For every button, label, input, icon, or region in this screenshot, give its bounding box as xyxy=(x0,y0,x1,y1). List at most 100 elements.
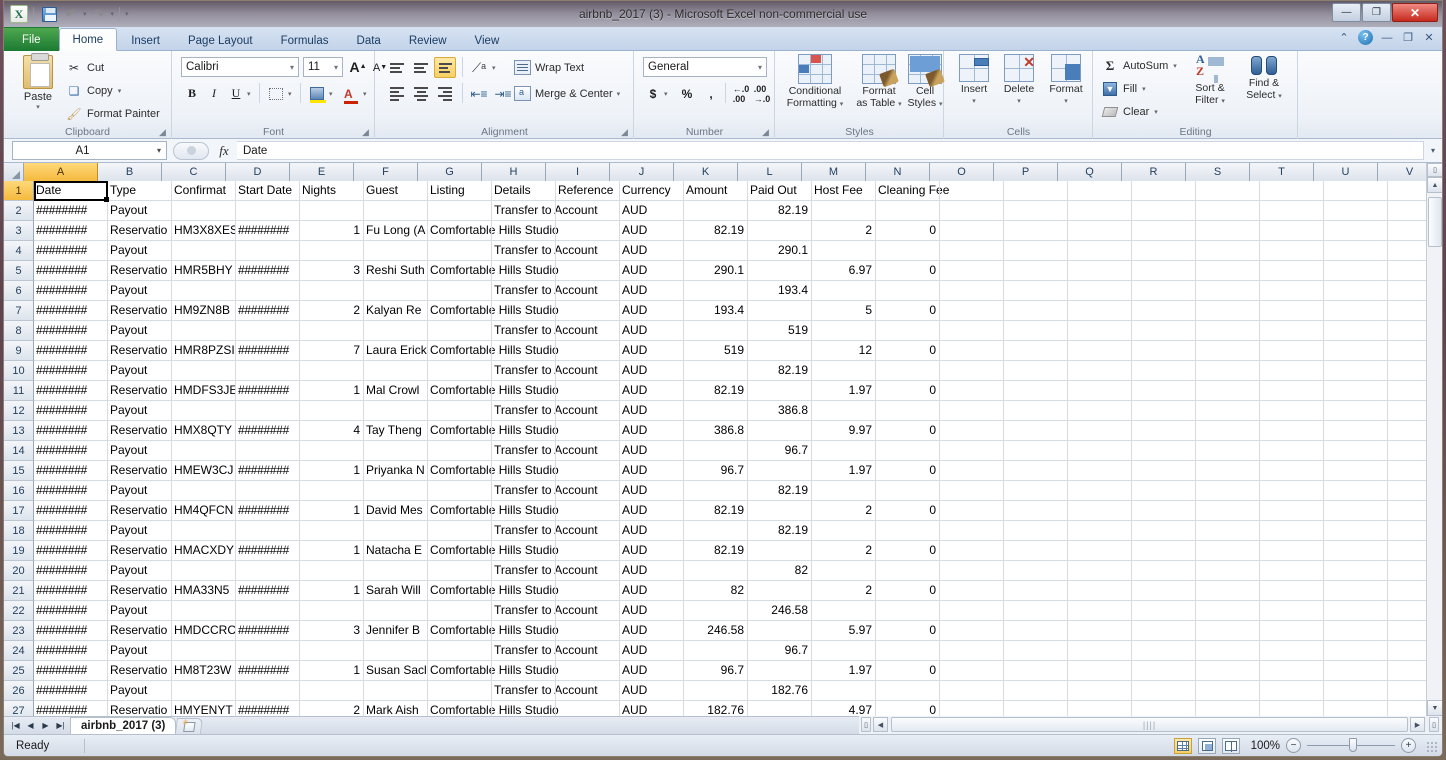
cell-J21[interactable]: AUD xyxy=(620,581,684,601)
restore-workbook-icon[interactable]: ❐ xyxy=(1401,31,1415,45)
number-format-select[interactable]: General ▾ xyxy=(643,57,767,77)
cell-D23[interactable]: ######## xyxy=(236,621,300,641)
cell-S20[interactable] xyxy=(1196,561,1260,581)
cell-Q20[interactable] xyxy=(1068,561,1132,581)
cell-U17[interactable] xyxy=(1324,501,1388,521)
cell-F9[interactable]: Laura Erick xyxy=(364,341,428,361)
collapse-ribbon-icon[interactable]: ⌃ xyxy=(1337,31,1351,45)
font-name-select[interactable]: Calibri ▾ xyxy=(181,57,299,77)
cell-N26[interactable] xyxy=(876,681,940,701)
cell-S14[interactable] xyxy=(1196,441,1260,461)
cell-Q2[interactable] xyxy=(1068,201,1132,221)
accounting-format-button[interactable]: $ xyxy=(643,83,663,104)
increase-decimal-button[interactable]: ←.0.00 xyxy=(731,83,751,104)
cell-J3[interactable]: AUD xyxy=(620,221,684,241)
cell-K8[interactable] xyxy=(684,321,748,341)
cell-N8[interactable] xyxy=(876,321,940,341)
normal-view-button[interactable] xyxy=(1174,737,1192,754)
cell-E21[interactable]: 1 xyxy=(300,581,364,601)
table-row[interactable]: ######## Payout Transfer to Account AUD 96.… xyxy=(34,441,1442,461)
zoom-level[interactable]: 100% xyxy=(1246,740,1280,752)
table-row[interactable]: ######## Payout Transfer to Account AUD 82.… xyxy=(34,481,1442,501)
row-header-10[interactable]: 10 xyxy=(4,361,34,381)
cell-Q6[interactable] xyxy=(1068,281,1132,301)
row-header-13[interactable]: 13 xyxy=(4,421,34,441)
cell-I15[interactable] xyxy=(556,461,620,481)
cell-I27[interactable] xyxy=(556,701,620,716)
scroll-down-button[interactable]: ▼ xyxy=(1427,700,1442,716)
row-header-19[interactable]: 19 xyxy=(4,541,34,561)
cell-C15[interactable]: HMEW3CJ xyxy=(172,461,236,481)
cell-U8[interactable] xyxy=(1324,321,1388,341)
cell-C16[interactable] xyxy=(172,481,236,501)
cell-M22[interactable] xyxy=(812,601,876,621)
table-row[interactable]: ######## Reservatio HMACXDY ######## 1 Natach… xyxy=(34,541,1442,561)
cell-E9[interactable]: 7 xyxy=(300,341,364,361)
cell-F10[interactable] xyxy=(364,361,428,381)
cell-K16[interactable] xyxy=(684,481,748,501)
cell-S7[interactable] xyxy=(1196,301,1260,321)
cell-I4[interactable] xyxy=(556,241,620,261)
row-header-9[interactable]: 9 xyxy=(4,341,34,361)
fill-dropdown-caret-icon[interactable]: ▾ xyxy=(1142,85,1146,93)
cell-C1[interactable]: Confirmat xyxy=(172,181,236,201)
cell-T10[interactable] xyxy=(1260,361,1324,381)
cell-C4[interactable] xyxy=(172,241,236,261)
cell-F15[interactable]: Priyanka N xyxy=(364,461,428,481)
cell-K2[interactable] xyxy=(684,201,748,221)
cell-I14[interactable] xyxy=(556,441,620,461)
cell-I2[interactable] xyxy=(556,201,620,221)
cell-G22[interactable] xyxy=(428,601,492,621)
cell-M1[interactable]: Host Fee xyxy=(812,181,876,201)
cell-I22[interactable] xyxy=(556,601,620,621)
cell-S4[interactable] xyxy=(1196,241,1260,261)
cell-M6[interactable] xyxy=(812,281,876,301)
zoom-out-button[interactable]: − xyxy=(1286,738,1301,753)
cell-N11[interactable]: 0 xyxy=(876,381,940,401)
close-workbook-icon[interactable]: ✕ xyxy=(1422,31,1436,45)
format-painter-button[interactable]: 🖌 Format Painter xyxy=(66,103,159,124)
cell-L17[interactable] xyxy=(748,501,812,521)
cell-U6[interactable] xyxy=(1324,281,1388,301)
cell-B19[interactable]: Reservatio xyxy=(108,541,172,561)
cell-S25[interactable] xyxy=(1196,661,1260,681)
cell-E25[interactable]: 1 xyxy=(300,661,364,681)
cell-M15[interactable]: 1.97 xyxy=(812,461,876,481)
cell-K14[interactable] xyxy=(684,441,748,461)
cell-F1[interactable]: Guest xyxy=(364,181,428,201)
zoom-slider[interactable] xyxy=(1307,738,1395,752)
cell-U1[interactable] xyxy=(1324,181,1388,201)
cell-U9[interactable] xyxy=(1324,341,1388,361)
cell-D19[interactable]: ######## xyxy=(236,541,300,561)
cell-J17[interactable]: AUD xyxy=(620,501,684,521)
horizontal-scroll-thumb[interactable]: |||| xyxy=(891,717,1408,732)
scroll-split-handle[interactable]: ▯ xyxy=(1427,163,1442,177)
cell-R14[interactable] xyxy=(1132,441,1196,461)
cell-E4[interactable] xyxy=(300,241,364,261)
cell-U21[interactable] xyxy=(1324,581,1388,601)
cell-N10[interactable] xyxy=(876,361,940,381)
cell-B11[interactable]: Reservatio xyxy=(108,381,172,401)
cell-P10[interactable] xyxy=(1004,361,1068,381)
cell-C5[interactable]: HMR5BHY xyxy=(172,261,236,281)
cell-M11[interactable]: 1.97 xyxy=(812,381,876,401)
cell-A22[interactable]: ######## xyxy=(34,601,108,621)
row-header-12[interactable]: 12 xyxy=(4,401,34,421)
cell-T7[interactable] xyxy=(1260,301,1324,321)
cell-D12[interactable] xyxy=(236,401,300,421)
cell-O3[interactable] xyxy=(940,221,1004,241)
cell-B21[interactable]: Reservatio xyxy=(108,581,172,601)
row-header-5[interactable]: 5 xyxy=(4,261,34,281)
cell-R8[interactable] xyxy=(1132,321,1196,341)
cell-Q9[interactable] xyxy=(1068,341,1132,361)
cell-O27[interactable] xyxy=(940,701,1004,716)
cell-N16[interactable] xyxy=(876,481,940,501)
cell-J15[interactable]: AUD xyxy=(620,461,684,481)
cell-K26[interactable] xyxy=(684,681,748,701)
bold-button[interactable]: B xyxy=(181,83,203,104)
cell-C24[interactable] xyxy=(172,641,236,661)
cell-U27[interactable] xyxy=(1324,701,1388,716)
cell-L8[interactable]: 519 xyxy=(748,321,812,341)
cell-D4[interactable] xyxy=(236,241,300,261)
row-header-7[interactable]: 7 xyxy=(4,301,34,321)
